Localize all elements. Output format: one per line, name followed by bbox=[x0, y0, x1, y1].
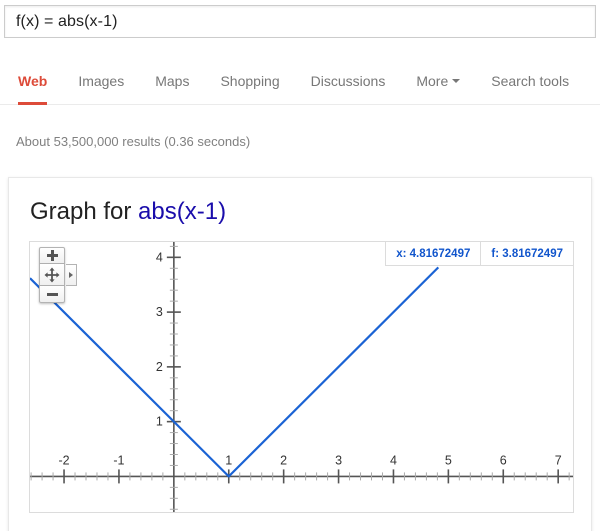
function-plot: -2 -1 1 2 3 4 5 6 7 1 2 3 4 bbox=[30, 242, 573, 512]
tab-images[interactable]: Images bbox=[78, 60, 124, 105]
plus-icon bbox=[46, 250, 58, 261]
x-tick-label: 2 bbox=[280, 453, 287, 467]
search-input[interactable]: f(x) = abs(x-1) bbox=[4, 5, 596, 38]
tab-more[interactable]: More bbox=[416, 60, 461, 105]
tab-search-tools-label: Search tools bbox=[491, 73, 570, 89]
x-tick-label: 3 bbox=[335, 453, 342, 467]
minus-icon bbox=[46, 289, 58, 300]
graph-result-card: Graph for abs(x-1) -2 -1 1 2 3 4 5 6 7 1… bbox=[8, 177, 592, 531]
coordinate-readout: x: 4.81672497 f: 3.81672497 bbox=[385, 242, 573, 266]
x-tick-label: 1 bbox=[225, 453, 232, 467]
x-tick-label: 6 bbox=[500, 453, 507, 467]
y-axis-tick-labels: 1 2 3 4 bbox=[156, 250, 163, 428]
tab-shopping[interactable]: Shopping bbox=[220, 60, 279, 105]
chevron-right-icon bbox=[69, 272, 73, 278]
axes bbox=[30, 242, 573, 512]
pan-button[interactable] bbox=[39, 264, 77, 286]
y-tick-label: 3 bbox=[156, 305, 163, 319]
function-curve bbox=[30, 266, 440, 478]
x-axis-tick-labels: -2 -1 1 2 3 4 5 6 7 bbox=[58, 453, 561, 467]
x-tick-label: 4 bbox=[390, 453, 397, 467]
zoom-out-button[interactable] bbox=[39, 286, 65, 303]
graph-controls bbox=[39, 247, 77, 303]
search-query-text: f(x) = abs(x-1) bbox=[16, 13, 118, 30]
results-nav: Web Images Maps Shopping Discussions Mor… bbox=[0, 60, 600, 105]
tab-discussions[interactable]: Discussions bbox=[311, 60, 386, 105]
tab-images-label: Images bbox=[78, 73, 125, 89]
y-tick-label: 2 bbox=[156, 360, 163, 374]
x-tick-label: -2 bbox=[58, 453, 69, 467]
tab-more-label: More bbox=[416, 73, 449, 89]
card-title: Graph for abs(x-1) bbox=[30, 198, 226, 226]
chevron-down-icon bbox=[452, 79, 461, 84]
y-tick-label: 1 bbox=[156, 415, 163, 429]
expand-controls-button[interactable] bbox=[66, 264, 77, 286]
tab-web-label: Web bbox=[18, 73, 48, 89]
tab-maps[interactable]: Maps bbox=[155, 60, 189, 105]
x-tick-label: 7 bbox=[555, 453, 562, 467]
nav-tab-list: Web Images Maps Shopping Discussions Mor… bbox=[18, 60, 600, 105]
readout-f-value: f: 3.81672497 bbox=[480, 242, 573, 265]
graph-plot-panel[interactable]: -2 -1 1 2 3 4 5 6 7 1 2 3 4 x: 4.81672497 f: 3.8167… bbox=[29, 241, 574, 513]
tab-shopping-label: Shopping bbox=[220, 73, 280, 89]
pan-arrows-icon bbox=[44, 267, 60, 282]
tab-search-tools[interactable]: Search tools bbox=[491, 60, 569, 105]
result-stats: About 53,500,000 results (0.36 seconds) bbox=[16, 134, 251, 149]
y-tick-label: 4 bbox=[156, 250, 163, 264]
x-tick-label: -1 bbox=[113, 453, 124, 467]
tab-discussions-label: Discussions bbox=[310, 73, 386, 89]
x-tick-label: 5 bbox=[445, 453, 452, 467]
card-title-function-link[interactable]: abs(x-1) bbox=[138, 198, 226, 225]
readout-x-value: x: 4.81672497 bbox=[396, 247, 471, 260]
zoom-in-button[interactable] bbox=[39, 247, 65, 264]
tab-maps-label: Maps bbox=[155, 73, 190, 89]
search-results-page: f(x) = abs(x-1) Web Images Maps Shopping… bbox=[0, 0, 600, 531]
card-title-prefix: Graph for bbox=[30, 198, 139, 225]
tab-web[interactable]: Web bbox=[18, 60, 48, 105]
